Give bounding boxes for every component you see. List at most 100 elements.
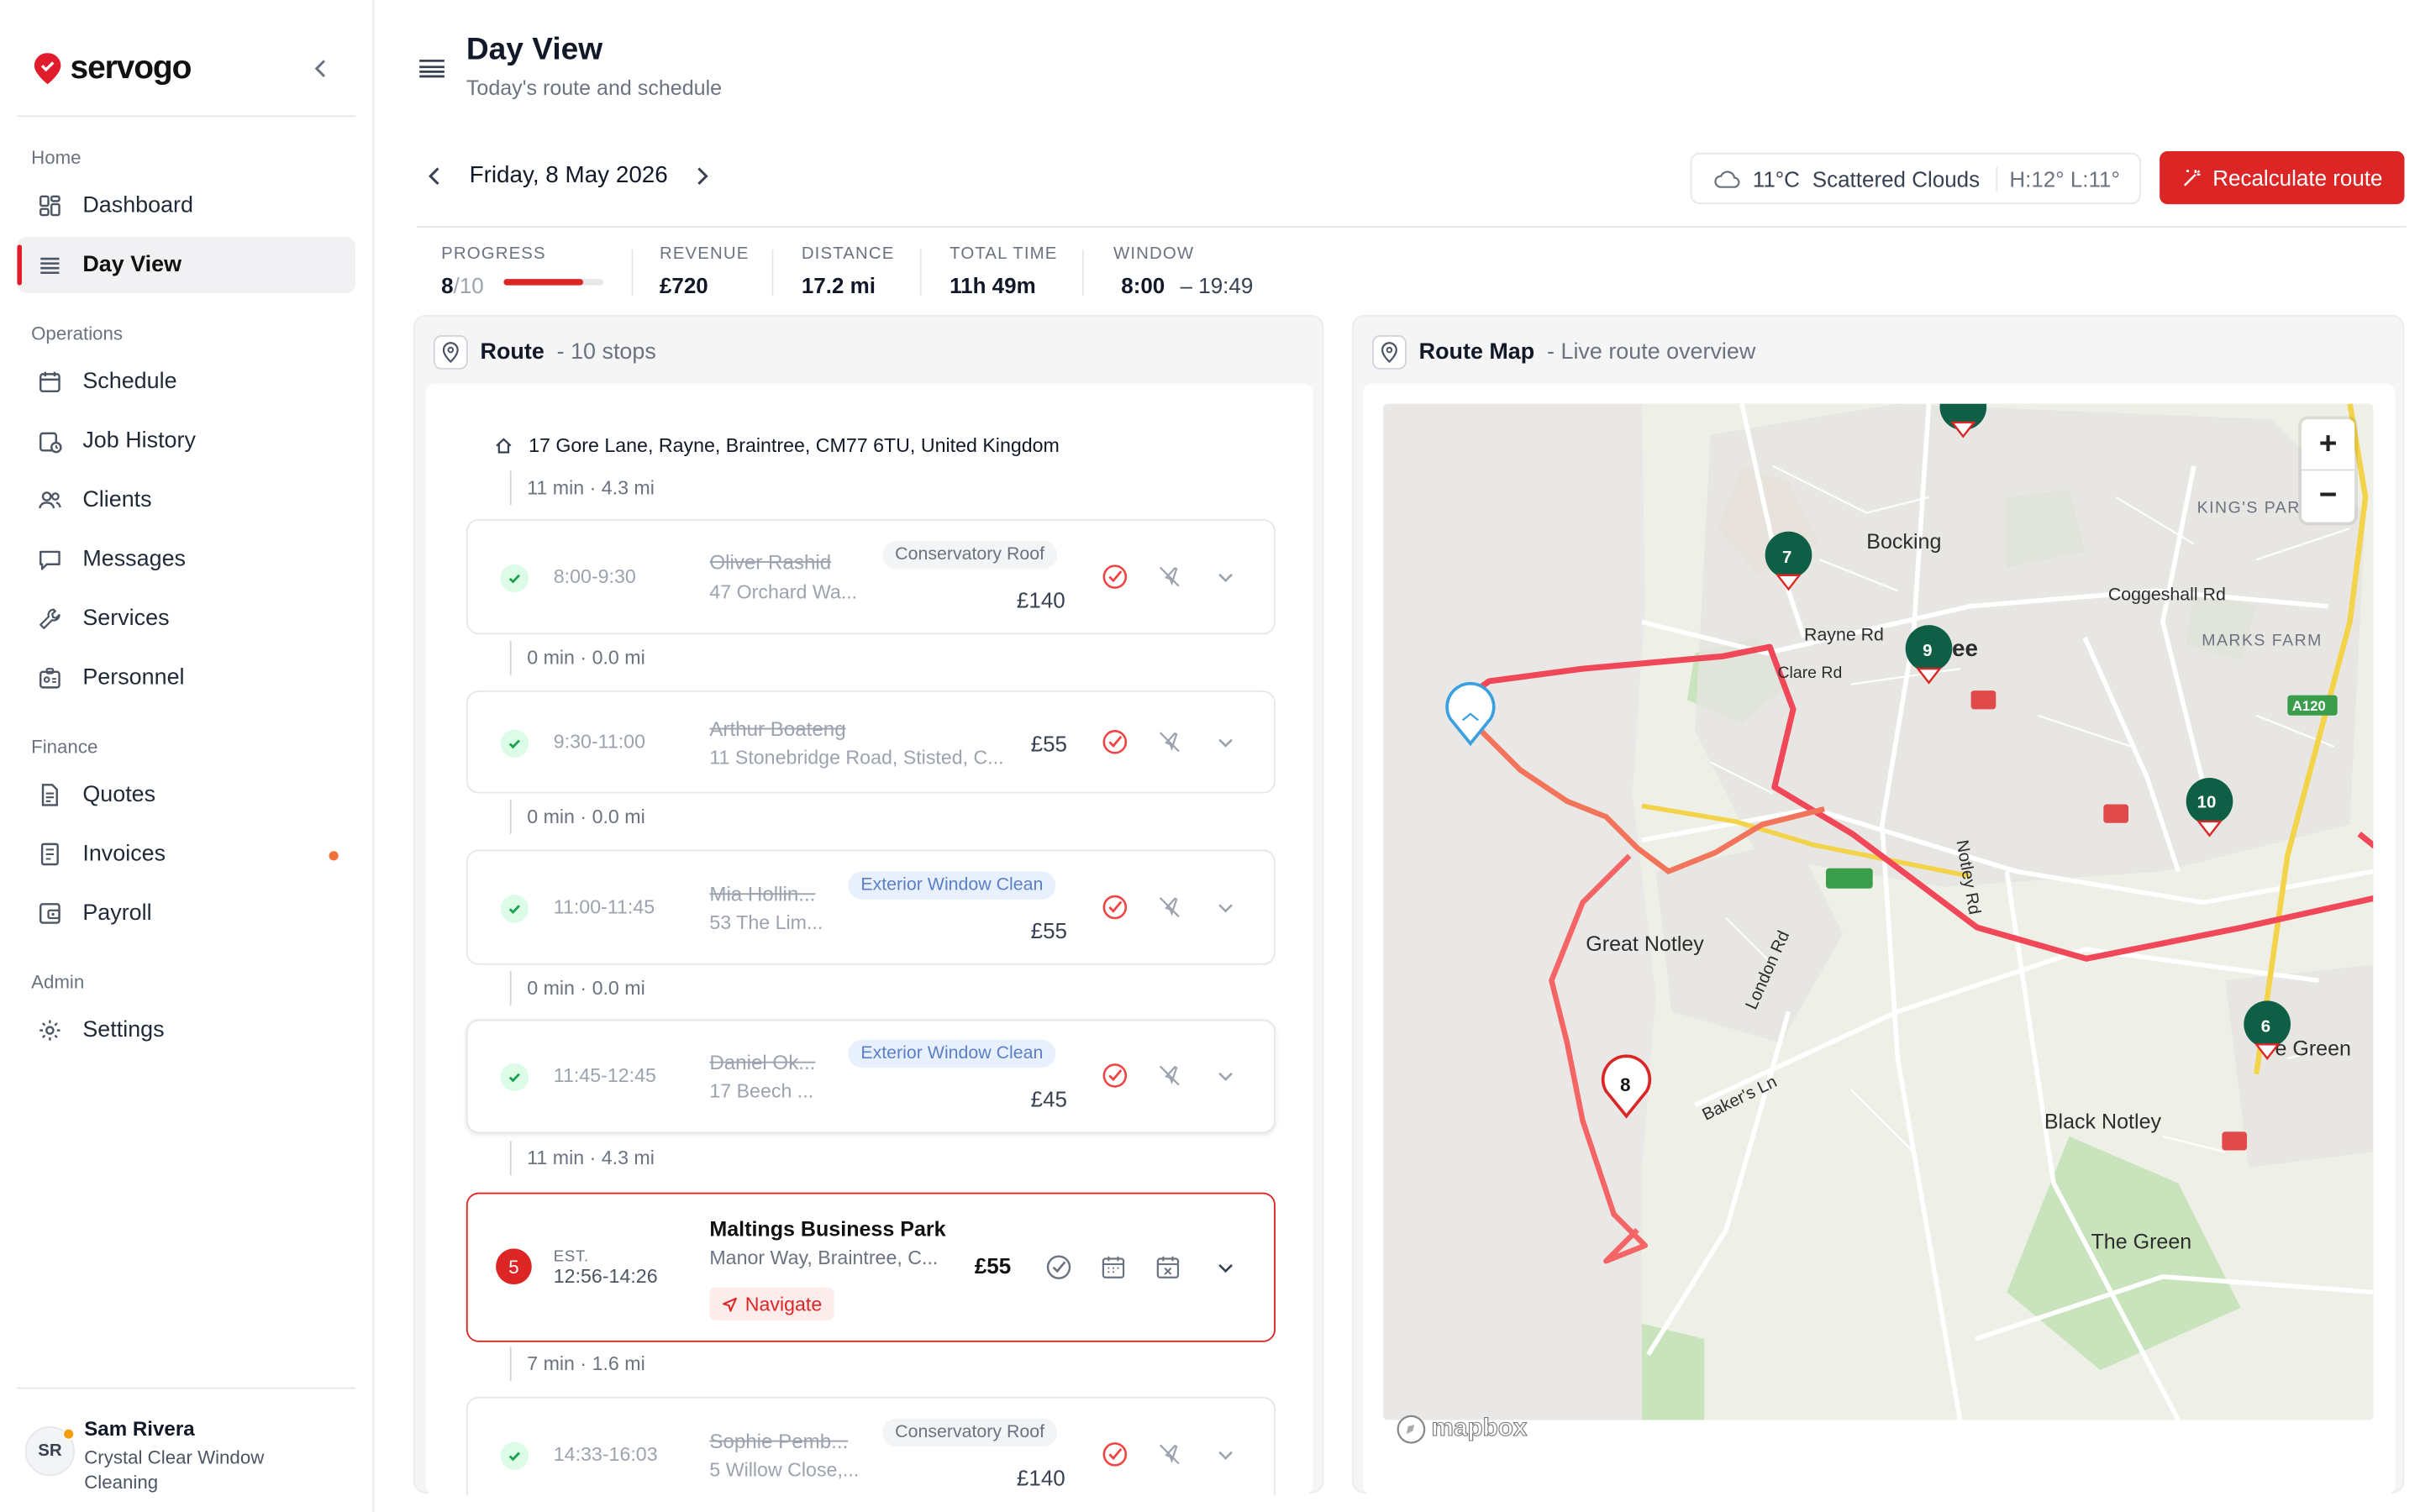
stats-divider [416,226,2407,228]
stop-time: 11:00-11:45 [553,896,655,919]
complete-check-icon[interactable] [1101,728,1128,756]
current-stop-card[interactable]: 5 EST. 12:56-14:26 Maltings Business Par… [466,1192,1276,1342]
stop-card[interactable]: 9:30-11:00 Arthur Boateng 11 Stonebridge… [466,690,1276,794]
chevron-down-icon[interactable] [1212,1062,1239,1089]
check-circle-icon [500,729,529,758]
calendar-cancel-icon[interactable] [1154,1253,1181,1281]
stop-address: 11 Stonebridge Road, Stisted, C... [709,746,1004,769]
marker-number: 7 [1782,549,1791,567]
chevron-down-icon[interactable] [1212,1441,1239,1468]
zoom-out-button[interactable]: − [2302,470,2354,522]
stop-card[interactable]: 8:00-9:30 Oliver Rashid 47 Orchard Wa...… [466,518,1276,635]
sidebar-item-label: Dashboard [82,193,193,218]
complete-check-icon[interactable] [1101,563,1128,591]
navigate-off-icon[interactable] [1155,1062,1183,1089]
stat-window: Window 8:00 – 19:49 [1113,244,1253,297]
sidebar-item-clients[interactable]: Clients [17,472,355,528]
navigate-off-icon[interactable] [1155,893,1183,921]
navigate-off-icon[interactable] [1155,563,1183,591]
navigate-button[interactable]: Navigate [709,1287,834,1320]
sidebar-item-quotes[interactable]: Quotes [17,767,355,823]
stop-number-badge: 5 [496,1248,532,1285]
stat-label: Window [1113,244,1195,264]
zoom-in-button[interactable]: + [2302,419,2355,471]
stat-divider [919,249,922,297]
collapse-sidebar-icon[interactable] [308,56,334,81]
sidebar-item-label: Messages [82,547,187,573]
chevron-down-icon[interactable] [1212,563,1239,591]
stat-value: £720 [659,272,708,298]
progress-fill [503,279,584,286]
calendar-icon [39,371,60,392]
sidebar-item-messages[interactable]: Messages [17,532,355,588]
chevron-down-icon[interactable] [1212,1253,1239,1281]
stop-time: 12:56-14:26 [553,1265,658,1288]
sidebar-item-settings[interactable]: Settings [17,1002,355,1058]
stat-distance: Distance 17.2 mi [802,244,895,297]
recalculate-label: Recalculate route [2212,165,2383,191]
sidebar-item-schedule[interactable]: Schedule [17,354,355,410]
stop-card[interactable]: 11:00-11:45 Mia Hollin... 53 The Lim... … [466,849,1276,965]
stop-time: 11:45-12:45 [553,1064,656,1087]
sidebar-item-label: Job History [82,428,196,454]
stat-label: Total time [950,244,1058,264]
stop-price: £140 [1016,587,1065,613]
sidebar-item-label: Invoices [82,842,166,867]
navigate-off-icon[interactable] [1155,1441,1183,1468]
dashboard-icon [39,195,60,217]
date-navigator: Friday, 8 May 2026 [423,162,715,189]
chevron-right-icon[interactable] [690,163,715,188]
place-label: Black Notley [2044,1110,2162,1134]
complete-check-icon[interactable] [1101,1441,1128,1468]
travel-gap: 0 min · 0.0 mi [509,640,645,675]
travel-gap: 7 min · 1.6 mi [509,1347,645,1382]
sidebar-divider [17,115,356,118]
stop-client-name: Arthur Boateng [709,717,846,741]
recalculate-route-button[interactable]: Recalculate route [2160,151,2405,205]
sidebar-item-invoices[interactable]: Invoices [17,827,355,883]
stat-divider [631,249,634,297]
complete-check-icon[interactable] [1101,1062,1128,1089]
sidebar-item-dashboard[interactable]: Dashboard [17,178,355,234]
stat-label: Revenue [659,244,750,264]
menu-icon[interactable] [418,58,445,80]
mapbox-attribution[interactable]: mapbox [1396,1414,1528,1445]
brand-logo[interactable]: servogo [34,50,192,87]
marker-number: 10 [2197,793,2217,811]
id-badge-icon [39,668,60,689]
chevron-left-icon[interactable] [423,163,448,188]
sidebar-item-label: Services [82,606,170,632]
users-icon [39,491,61,509]
sidebar-item-personnel[interactable]: Personnel [17,650,355,706]
sidebar-item-payroll[interactable]: Payroll [17,885,355,942]
sidebar-item-day-view[interactable]: Day View [17,237,356,293]
check-circle-icon [500,1441,529,1470]
complete-check-icon[interactable] [1101,893,1128,921]
sidebar-item-services[interactable]: Services [17,591,355,647]
stop-card[interactable]: 14:33-16:03 Sophie Pemb... 5 Willow Clos… [466,1396,1276,1495]
weather-hilo: H:12° L:11° [1995,165,2120,192]
stop-address: 47 Orchard Wa... [709,581,858,604]
avatar: SR [24,1425,76,1477]
stop-card[interactable]: 11:45-12:45 Daniel Ok... 17 Beech ... Ex… [466,1019,1276,1134]
route-list[interactable]: 17 Gore Lane, Rayne, Braintree, CM77 6TU… [425,383,1313,1495]
sidebar-item-job-history[interactable]: Job History [17,413,355,470]
stop-client-name: Sophie Pemb... [709,1429,849,1453]
gear-icon [39,1020,60,1041]
map-canvas[interactable]: Bocking Rayne Rd Clare Rd Coggeshall Rd … [1383,403,2374,1420]
complete-check-icon[interactable] [1044,1253,1072,1281]
chevron-down-icon[interactable] [1212,728,1239,756]
service-tag: Conservatory Roof [882,540,1057,570]
navigation-arrow-icon [722,1296,737,1311]
stop-client-name: Daniel Ok... [709,1050,816,1074]
calendar-icon[interactable] [1099,1253,1127,1281]
navigate-off-icon[interactable] [1155,728,1183,756]
user-org: Crystal Clear Window Cleaning [84,1446,265,1494]
stat-label: Progress [441,244,546,264]
status-dot [62,1427,76,1441]
map-panel-header: Route Map - Live route overview [1372,334,1755,370]
route-map[interactable]: Bocking Rayne Rd Clare Rd Coggeshall Rd … [1383,403,2374,1420]
wrench-icon [39,608,60,629]
chevron-down-icon[interactable] [1212,893,1239,921]
sidebar-divider [17,1387,356,1389]
